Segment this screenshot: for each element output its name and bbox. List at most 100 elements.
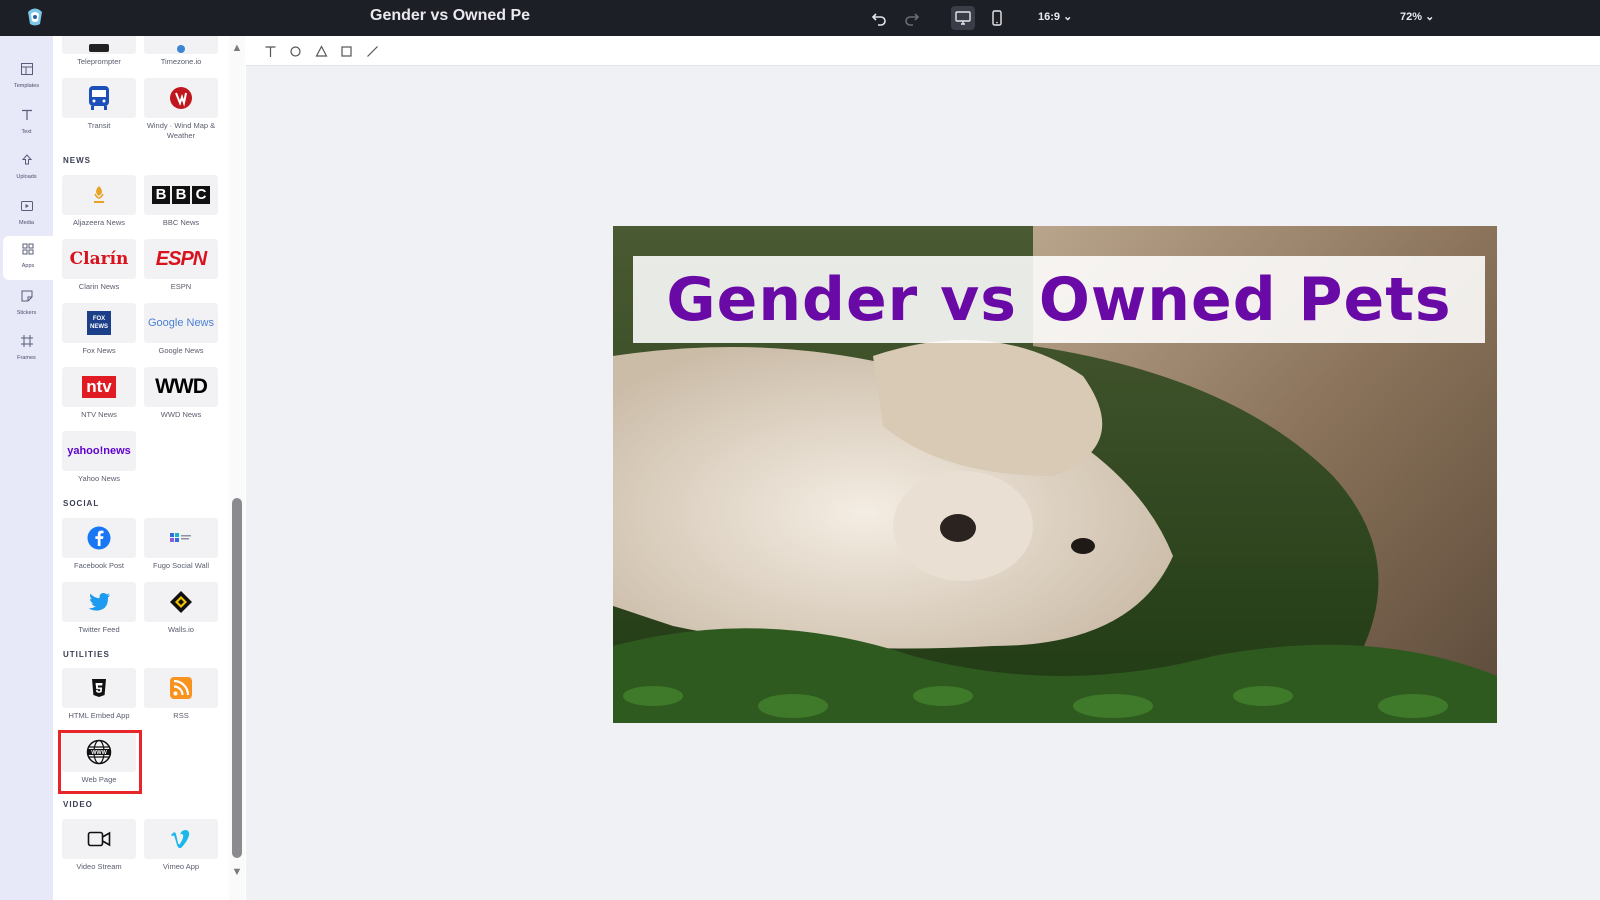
circle-tool-icon[interactable] (287, 43, 303, 59)
app-tile-fugo-social[interactable] (144, 518, 218, 558)
app-label: BBC News (162, 218, 200, 227)
app-tile-wwd[interactable]: WWD (144, 367, 218, 407)
rail-item-templates[interactable]: Templates (0, 56, 53, 100)
app-tile-twitter[interactable] (62, 582, 136, 622)
app-tile-walls-io[interactable] (144, 582, 218, 622)
bbc-logo: B B C (152, 186, 210, 204)
rss-icon (170, 677, 192, 699)
app-label: Vimeo App (162, 862, 200, 871)
app-tile-facebook[interactable] (62, 518, 136, 558)
rectangle-tool-icon[interactable] (338, 43, 354, 59)
app-label: HTML Embed App (68, 711, 130, 720)
app-tile-fox[interactable]: FOX NEWS (62, 303, 136, 343)
section-video: VIDEO (63, 800, 93, 809)
app-tile-transit[interactable] (62, 78, 136, 118)
media-icon (20, 201, 33, 211)
app-label: NTV News (81, 410, 117, 419)
timezone-icon (177, 45, 185, 53)
walls-io-icon (170, 591, 192, 613)
app-tile-aljazeera[interactable] (62, 175, 136, 215)
app-label: Facebook Post (73, 561, 125, 570)
app-tile-windy[interactable] (144, 78, 218, 118)
scroll-up-icon[interactable]: ▲ (230, 42, 244, 54)
app-label: Yahoo News (78, 474, 120, 483)
rail-label: Text (21, 129, 32, 135)
google-news-logo: Google News (147, 317, 215, 329)
frame-icon (20, 335, 33, 347)
scroll-down-icon[interactable]: ▼ (230, 866, 244, 878)
wwd-logo: WWD (155, 375, 208, 398)
app-tile-espn[interactable]: ESPN (144, 239, 218, 279)
redo-icon[interactable] (900, 6, 924, 30)
aspect-ratio-value: 16:9 (1038, 11, 1061, 23)
app-label: Twitter Feed (78, 625, 120, 634)
desktop-view-icon[interactable] (951, 6, 975, 30)
app-label: Fugo Social Wall (153, 561, 209, 570)
windy-icon (170, 87, 192, 109)
rail-item-stickers[interactable]: Stickers (0, 283, 53, 327)
vimeo-icon (171, 830, 190, 849)
zoom-value: 72% (1400, 11, 1423, 23)
app-tile-clarin[interactable]: Clarín (62, 239, 136, 279)
aljazeera-icon (94, 186, 104, 203)
left-rail: Templates Text Uploads Media Apps Sticke… (0, 36, 53, 900)
rail-item-uploads[interactable]: Uploads (0, 147, 53, 191)
ntv-logo: ntv (82, 376, 116, 398)
app-tile-teleprompter[interactable] (62, 36, 136, 54)
slide-canvas[interactable]: Gender vs Owned Pets (613, 226, 1497, 723)
aspect-ratio-select[interactable]: 16:9 ⌄ (1038, 10, 1072, 23)
chevron-down-icon: ⌄ (1425, 11, 1435, 23)
app-tile-bbc[interactable]: B B C (144, 175, 218, 215)
chevron-down-icon: ⌄ (1063, 11, 1073, 23)
text-tool-icon[interactable] (262, 43, 278, 59)
rail-item-text[interactable]: Text (0, 102, 53, 146)
rail-item-media[interactable]: Media (0, 193, 53, 237)
clarin-logo: Clarín (69, 249, 129, 269)
sticker-icon (21, 290, 32, 302)
rail-item-frames[interactable]: Frames (0, 328, 53, 372)
app-label: Aljazeera News (72, 218, 126, 227)
rail-label: Stickers (16, 310, 37, 316)
app-tile-vimeo[interactable] (144, 819, 218, 859)
undo-icon[interactable] (867, 6, 891, 30)
app-label: Timezone.io (160, 57, 202, 66)
social-wall-icon (170, 533, 191, 542)
twitter-icon (88, 593, 110, 611)
app-tile-google-news[interactable]: Google News (144, 303, 218, 343)
app-label: Windy · Wind Map & Weather (146, 121, 216, 140)
app-tile-video-stream[interactable] (62, 819, 136, 859)
title-banner[interactable]: Gender vs Owned Pets (633, 256, 1485, 343)
apps-panel: Teleprompter Timezone.io Transit Windy ·… (53, 36, 246, 900)
app-label: ESPN (170, 282, 192, 291)
app-tile-ntv[interactable]: ntv (62, 367, 136, 407)
rail-label: Uploads (16, 174, 37, 180)
app-tile-yahoo[interactable]: yahoo!news (62, 431, 136, 471)
mobile-view-icon[interactable] (985, 6, 1009, 30)
app-tile-html-embed[interactable] (62, 668, 136, 708)
text-icon (21, 109, 32, 120)
zoom-select[interactable]: 72% ⌄ (1400, 10, 1434, 23)
rail-item-apps[interactable]: Apps (3, 236, 53, 280)
app-label: Clarin News (78, 282, 120, 291)
rail-label: Frames (17, 355, 36, 361)
app-logo-icon[interactable] (24, 6, 46, 28)
app-label: Walls.io (168, 625, 194, 634)
app-tile-timezone[interactable] (144, 36, 218, 54)
line-tool-icon[interactable] (364, 43, 380, 59)
selection-highlight (58, 730, 142, 794)
section-news: NEWS (63, 156, 91, 165)
rail-label: Media (19, 220, 34, 226)
app-tile-rss[interactable] (144, 668, 218, 708)
section-social: SOCIAL (63, 499, 100, 508)
teleprompter-icon (89, 44, 109, 52)
app-label: RSS (173, 711, 189, 720)
triangle-tool-icon[interactable] (313, 43, 329, 59)
app-label: WWD News (160, 410, 202, 419)
upload-icon (21, 154, 32, 165)
slide-title: Gender vs Owned Pets (666, 264, 1452, 335)
espn-logo: ESPN (155, 247, 207, 270)
scrollbar-thumb[interactable] (232, 498, 242, 858)
rail-label: Apps (21, 263, 35, 269)
app-label: Fox News (82, 346, 116, 355)
document-title[interactable]: Gender vs Owned Pe (370, 7, 530, 25)
